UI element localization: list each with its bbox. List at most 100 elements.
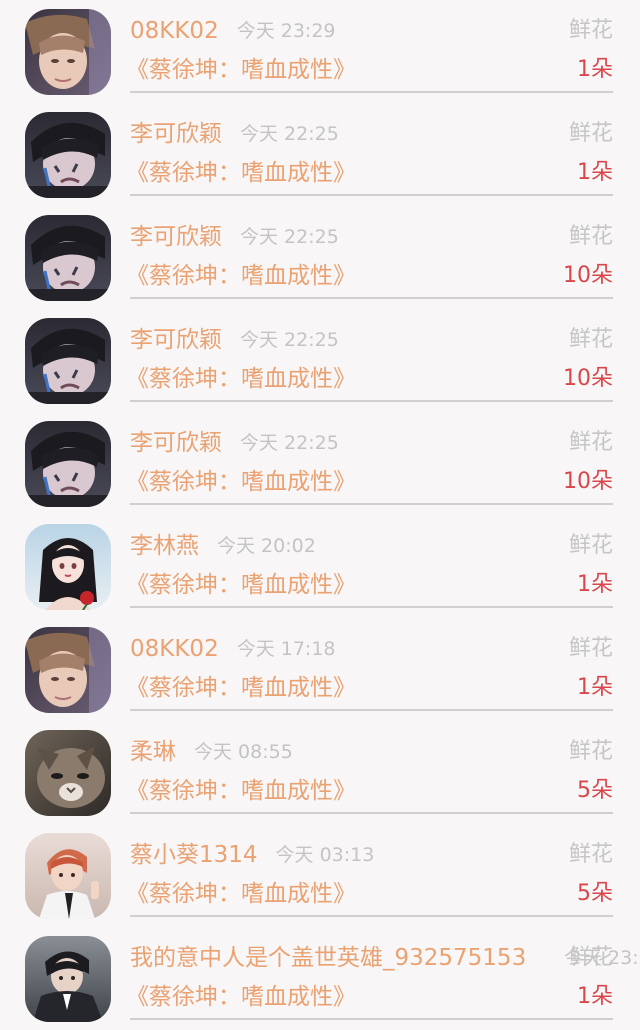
gift-quantity: 5朵	[577, 778, 613, 803]
user-name-text: 李林燕	[130, 533, 199, 559]
timestamp: 今天 17:18	[236, 638, 336, 660]
gift-type: 鲜花	[568, 121, 613, 146]
divider	[130, 812, 613, 814]
user-name[interactable]: 李可欣颖 今天 22:25	[130, 119, 339, 149]
list-item[interactable]: 李林燕 今天 20:02 鲜花《蔡徐坤：嗜血成性》 1朵	[0, 515, 640, 618]
avatar[interactable]	[25, 627, 111, 713]
list-item[interactable]: 柔琳 今天 08:55 鲜花《蔡徐坤：嗜血成性》 5朵	[0, 721, 640, 824]
list-item[interactable]: 我的意中人是个盖世英雄_932575153 今天 23: 鲜花《蔡徐坤：嗜血成性》 1…	[0, 927, 640, 1030]
user-name[interactable]: 李可欣颖 今天 22:25	[130, 222, 339, 252]
work-title[interactable]: 《蔡徐坤：嗜血成性》	[126, 776, 356, 806]
gift-quantity: 5朵	[577, 881, 613, 906]
work-title[interactable]: 《蔡徐坤：嗜血成性》	[126, 467, 356, 497]
avatar[interactable]	[25, 730, 111, 816]
avatar[interactable]	[25, 9, 111, 95]
gift-type: 鲜花	[568, 739, 613, 764]
divider	[130, 606, 613, 608]
avatar-image	[25, 421, 111, 507]
timestamp: 今天 22:25	[240, 123, 339, 145]
user-name[interactable]: 李可欣颖 今天 22:25	[130, 428, 339, 458]
list-item[interactable]: 08KK02 今天 23:29 鲜花《蔡徐坤：嗜血成性》 1朵	[0, 0, 640, 103]
avatar[interactable]	[25, 524, 111, 610]
user-name-text: 李可欣颖	[130, 224, 222, 250]
timestamp: 今天 20:02	[217, 535, 316, 557]
avatar-image	[25, 318, 111, 404]
gift-quantity: 10朵	[563, 469, 613, 494]
user-name-text: 我的意中人是个盖世英雄_932575153	[130, 945, 527, 971]
user-name-text: 李可欣颖	[130, 430, 222, 456]
gift-type: 鲜花	[568, 224, 613, 249]
gift-quantity: 1朵	[577, 57, 613, 82]
divider	[130, 915, 613, 917]
list-item[interactable]: 李可欣颖 今天 22:25 鲜花《蔡徐坤：嗜血成性》 10朵	[0, 412, 640, 515]
divider	[130, 297, 613, 299]
gift-type: 鲜花	[568, 636, 613, 661]
work-title[interactable]: 《蔡徐坤：嗜血成性》	[126, 158, 356, 188]
avatar[interactable]	[25, 833, 111, 919]
timestamp: 今天 22:25	[240, 329, 339, 351]
avatar-image	[25, 833, 111, 919]
user-name[interactable]: 柔琳 今天 08:55	[130, 737, 293, 767]
user-name-text: 李可欣颖	[130, 121, 222, 147]
gift-type: 鲜花	[568, 327, 613, 352]
gift-type: 鲜花	[568, 18, 613, 43]
avatar[interactable]	[25, 112, 111, 198]
gift-quantity: 10朵	[563, 366, 613, 391]
work-title[interactable]: 《蔡徐坤：嗜血成性》	[126, 364, 356, 394]
divider	[130, 503, 613, 505]
user-name[interactable]: 08KK02 今天 23:29	[130, 16, 336, 46]
work-title[interactable]: 《蔡徐坤：嗜血成性》	[126, 982, 356, 1012]
work-title[interactable]: 《蔡徐坤：嗜血成性》	[126, 879, 356, 909]
divider	[130, 194, 613, 196]
list-item[interactable]: 李可欣颖 今天 22:25 鲜花《蔡徐坤：嗜血成性》 10朵	[0, 206, 640, 309]
list-item[interactable]: 李可欣颖 今天 22:25 鲜花《蔡徐坤：嗜血成性》 10朵	[0, 309, 640, 412]
user-name[interactable]: 李可欣颖 今天 22:25	[130, 325, 339, 355]
gift-type: 鲜花	[568, 430, 613, 455]
divider	[130, 91, 613, 93]
work-title[interactable]: 《蔡徐坤：嗜血成性》	[126, 55, 356, 85]
user-name-text: 李可欣颖	[130, 327, 222, 353]
divider	[130, 1018, 613, 1020]
work-title[interactable]: 《蔡徐坤：嗜血成性》	[126, 570, 356, 600]
gift-type: 鲜花	[568, 945, 613, 970]
timestamp: 今天 03:13	[275, 844, 375, 866]
gift-quantity: 1朵	[577, 572, 613, 597]
list-item[interactable]: 08KK02 今天 17:18 鲜花《蔡徐坤：嗜血成性》 1朵	[0, 618, 640, 721]
timestamp: 今天 22:25	[240, 432, 339, 454]
avatar[interactable]	[25, 421, 111, 507]
divider	[130, 400, 613, 402]
gift-quantity: 1朵	[577, 675, 613, 700]
gift-type: 鲜花	[568, 842, 613, 867]
user-name-text: 08KK02	[130, 18, 219, 44]
gift-type: 鲜花	[568, 533, 613, 558]
user-name[interactable]: 李林燕 今天 20:02	[130, 531, 316, 561]
avatar-image	[25, 524, 111, 610]
work-title[interactable]: 《蔡徐坤：嗜血成性》	[126, 673, 356, 703]
avatar-image	[25, 215, 111, 301]
avatar[interactable]	[25, 318, 111, 404]
avatar-image	[25, 936, 111, 1022]
avatar-image	[25, 112, 111, 198]
gift-quantity: 1朵	[577, 160, 613, 185]
user-name-text: 柔琳	[130, 739, 176, 765]
timestamp: 今天 08:55	[194, 741, 293, 763]
avatar-image	[25, 730, 111, 816]
user-name-text: 蔡小葵1314	[130, 842, 258, 868]
gift-record-list[interactable]: 08KK02 今天 23:29 鲜花 《蔡徐坤：嗜血成性》 1朵 李可欣颖 今天 22:25…	[0, 0, 640, 1025]
user-name[interactable]: 蔡小葵1314 今天 03:13	[130, 840, 374, 870]
timestamp: 今天 22:25	[240, 226, 339, 248]
timestamp: 今天 23:29	[236, 20, 336, 42]
gift-quantity: 10朵	[563, 263, 613, 288]
user-name[interactable]: 我的意中人是个盖世英雄_932575153 今天 23:	[130, 943, 639, 973]
avatar-image	[25, 9, 111, 95]
avatar[interactable]	[25, 936, 111, 1022]
gift-quantity: 1朵	[577, 984, 613, 1009]
list-item[interactable]: 李可欣颖 今天 22:25 鲜花《蔡徐坤：嗜血成性》 1朵	[0, 103, 640, 206]
avatar-image	[25, 627, 111, 713]
list-item[interactable]: 蔡小葵1314 今天 03:13 鲜花《蔡徐坤：嗜血成性》 5朵	[0, 824, 640, 927]
user-name-text: 08KK02	[130, 636, 219, 662]
user-name[interactable]: 08KK02 今天 17:18	[130, 634, 336, 664]
work-title[interactable]: 《蔡徐坤：嗜血成性》	[126, 261, 356, 291]
avatar[interactable]	[25, 215, 111, 301]
divider	[130, 709, 613, 711]
